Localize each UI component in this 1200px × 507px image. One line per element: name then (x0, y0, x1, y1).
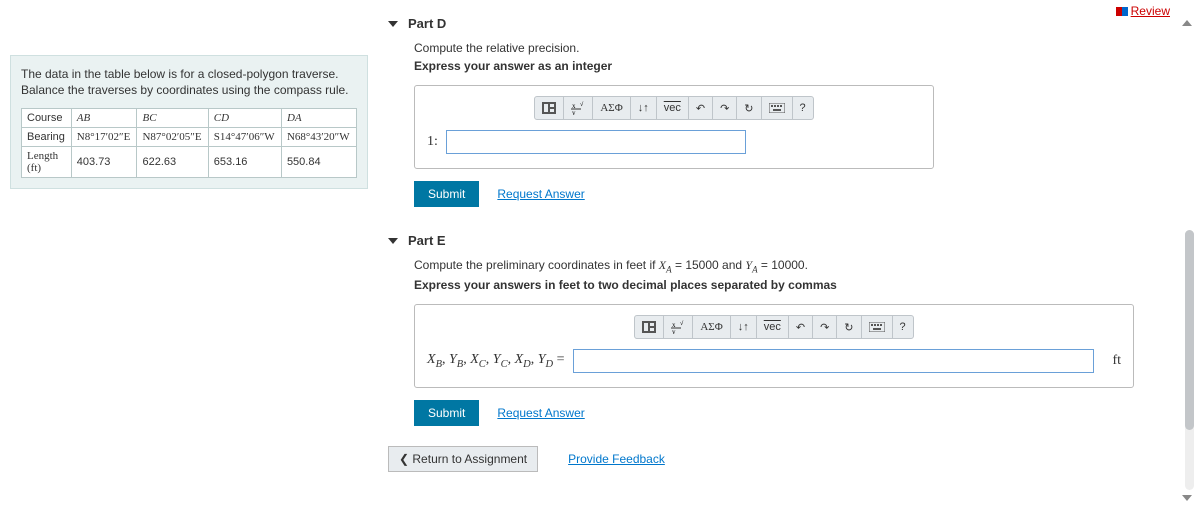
keyboard-icon[interactable] (862, 316, 893, 338)
prompt-text: Compute the preliminary coordinates in f… (414, 258, 1165, 274)
answer-box: xy√ ΑΣΦ ↓↑ vec ↶ ↷ ↻ ? XB (414, 304, 1134, 388)
part-title: Part E (408, 233, 446, 248)
request-answer-link[interactable]: Request Answer (497, 187, 584, 201)
prompt-text: Compute the relative precision. (414, 41, 1165, 55)
fraction-icon[interactable]: xy√ (564, 97, 593, 119)
caret-down-icon (388, 21, 398, 27)
undo-icon[interactable]: ↶ (789, 316, 813, 338)
review-link[interactable]: Review (1116, 4, 1170, 18)
caret-down-icon (388, 238, 398, 244)
scroll-up-icon[interactable] (1182, 20, 1192, 26)
part-header[interactable]: Part D (388, 10, 1165, 41)
updown-icon[interactable]: ↓↑ (731, 316, 757, 338)
templates-icon[interactable] (535, 97, 564, 119)
equation-toolbar: xy√ ΑΣΦ ↓↑ vec ↶ ↷ ↻ ? (534, 96, 813, 120)
table-row: Length(ft) 403.73 622.63 653.16 550.84 (22, 147, 357, 178)
keyboard-icon[interactable] (762, 97, 793, 119)
scrollbar-thumb[interactable] (1185, 230, 1194, 430)
equation-toolbar: xy√ ΑΣΦ ↓↑ vec ↶ ↷ ↻ ? (634, 315, 913, 339)
part-e: Part E Compute the preliminary coordinat… (388, 227, 1165, 426)
fraction-icon[interactable]: xy√ (664, 316, 693, 338)
submit-button[interactable]: Submit (414, 400, 479, 426)
answer-box: xy√ ΑΣΦ ↓↑ vec ↶ ↷ ↻ ? 1: (414, 85, 934, 169)
table-row: Course AB BC CD DA (22, 109, 357, 128)
svg-text:y: y (672, 328, 676, 334)
request-answer-link[interactable]: Request Answer (497, 406, 584, 420)
problem-text: The data in the table below is for a clo… (21, 66, 357, 98)
redo-icon[interactable]: ↷ (713, 97, 737, 119)
vec-button[interactable]: vec (757, 316, 789, 338)
scroll-down-icon[interactable] (1182, 495, 1192, 501)
answer-input-d[interactable] (446, 130, 746, 154)
help-button[interactable]: ? (893, 316, 913, 338)
vec-button[interactable]: vec (657, 97, 689, 119)
svg-text:y: y (572, 109, 576, 115)
return-button[interactable]: ❮ Return to Assignment (388, 446, 538, 472)
part-d: Part D Compute the relative precision. E… (388, 10, 1165, 207)
svg-text:√: √ (680, 320, 684, 327)
unit-label: ft (1102, 353, 1121, 369)
instruction-text: Express your answers in feet to two deci… (414, 278, 1165, 292)
reset-icon[interactable]: ↻ (837, 316, 861, 338)
data-table: Course AB BC CD DA Bearing N8°17′02″E N8… (21, 108, 357, 178)
instruction-text: Express your answer as an integer (414, 59, 1165, 73)
greek-button[interactable]: ΑΣΦ (593, 97, 630, 119)
feedback-link[interactable]: Provide Feedback (568, 452, 665, 466)
redo-icon[interactable]: ↷ (813, 316, 837, 338)
help-button[interactable]: ? (793, 97, 813, 119)
answer-input-e[interactable] (573, 349, 1095, 373)
updown-icon[interactable]: ↓↑ (631, 97, 657, 119)
undo-icon[interactable]: ↶ (689, 97, 713, 119)
flag-icon (1116, 7, 1128, 16)
ratio-prefix: 1: (427, 134, 438, 150)
submit-button[interactable]: Submit (414, 181, 479, 207)
greek-button[interactable]: ΑΣΦ (693, 316, 730, 338)
templates-icon[interactable] (635, 316, 664, 338)
reset-icon[interactable]: ↻ (737, 97, 761, 119)
table-row: Bearing N8°17′02″E N87°02′05″E S14°47′06… (22, 128, 357, 147)
problem-statement: The data in the table below is for a clo… (10, 55, 368, 189)
part-title: Part D (408, 16, 446, 31)
vars-label: XB, YB, XC, YC, XD, YD = (427, 352, 565, 370)
part-header[interactable]: Part E (388, 227, 1165, 258)
svg-text:√: √ (580, 101, 584, 108)
